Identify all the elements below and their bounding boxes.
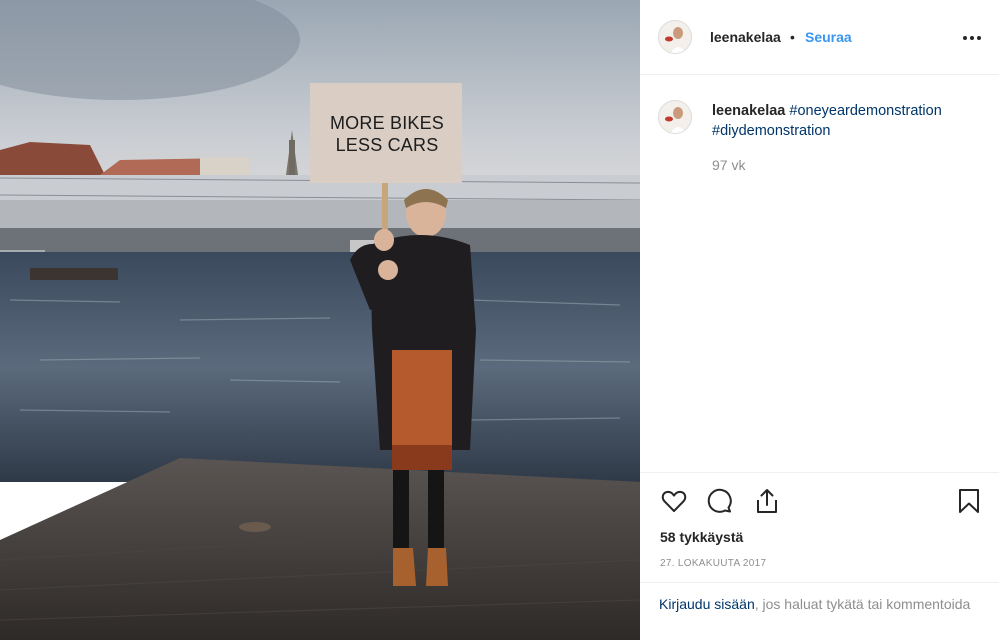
sign-line-1: MORE BIKES — [329, 113, 445, 133]
comment-icon[interactable] — [706, 487, 734, 515]
login-prompt-text: , jos haluat tykätä tai kommentoida — [754, 596, 971, 612]
avatar[interactable] — [658, 20, 692, 54]
follow-button[interactable]: Seuraa — [805, 29, 852, 45]
sign-line-2: LESS CARS — [335, 135, 439, 155]
hashtag-link[interactable]: #oneyeardemonstration — [789, 103, 941, 119]
login-link[interactable]: Kirjaudu sisään — [659, 596, 755, 612]
login-prompt: Kirjaudu sisään, jos haluat tykätä tai k… — [640, 582, 999, 640]
hashtag-link[interactable]: #diydemonstration — [712, 123, 831, 139]
likes-count[interactable]: 58 tykkäystä — [660, 529, 743, 545]
heart-icon[interactable] — [660, 487, 688, 515]
more-horizontal-icon[interactable] — [960, 28, 984, 46]
post-date[interactable]: 27. LOKAKUUTA 2017 — [660, 558, 766, 569]
post-side-panel: leenakelaa • Seuraa leenakelaa #oneyeard… — [640, 0, 999, 640]
share-icon[interactable] — [753, 487, 781, 515]
post-photo[interactable]: MORE BIKES LESS CARS — [0, 0, 640, 640]
protest-sign-text: MORE BIKES LESS CARS — [312, 112, 462, 156]
caption-timestamp[interactable]: 97 vk — [712, 157, 745, 173]
caption-avatar[interactable] — [658, 100, 692, 134]
caption-username-link[interactable]: leenakelaa — [712, 103, 785, 119]
post-image — [0, 0, 640, 640]
post-header: leenakelaa • Seuraa — [640, 0, 999, 75]
bookmark-icon[interactable] — [955, 487, 983, 515]
caption-text: leenakelaa #oneyeardemonstration #diydem… — [712, 101, 982, 141]
header-username-link[interactable]: leenakelaa — [710, 29, 781, 45]
post-actions: 58 tykkäystä 27. LOKAKUUTA 2017 — [640, 472, 999, 582]
separator-dot: • — [790, 29, 795, 45]
